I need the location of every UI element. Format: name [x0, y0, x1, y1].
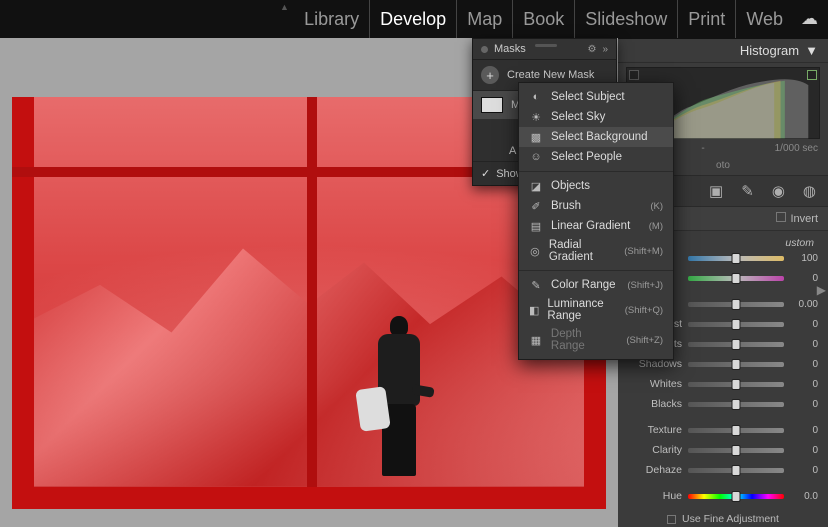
- menu-luminance-range[interactable]: ◧Luminance Range(Shift+Q): [519, 295, 673, 325]
- collapse-right-icon[interactable]: ▶: [817, 283, 826, 297]
- collapse-top-icon[interactable]: ▲: [280, 2, 289, 12]
- panel-grip-icon[interactable]: [535, 44, 557, 47]
- redeye-tool-icon[interactable]: ◉: [772, 182, 785, 200]
- panel-gear-icon[interactable]: ⚙: [587, 44, 596, 55]
- panel-expand-icon[interactable]: »: [602, 44, 608, 55]
- menu-radial-gradient[interactable]: ◎Radial Gradient(Shift+M): [519, 236, 673, 266]
- menu-brush[interactable]: ✐Brush(K): [519, 196, 673, 216]
- slider-dehaze[interactable]: Dehaze0: [628, 463, 818, 477]
- mask-type-menu: ◐Select Subject ☀Select Sky ▩Select Back…: [518, 82, 674, 360]
- slider-hue[interactable]: Hue0.0: [628, 489, 818, 503]
- menu-linear-gradient[interactable]: ▤Linear Gradient(M): [519, 216, 673, 236]
- luminance-icon: ◧: [529, 303, 539, 317]
- plus-icon: +: [481, 66, 499, 84]
- subject-icon: ◐: [529, 90, 543, 104]
- mask-thumb-icon: [481, 97, 503, 113]
- nav-library[interactable]: Library: [294, 0, 370, 38]
- radial-icon: ◎: [529, 244, 541, 258]
- mask-tool-icon[interactable]: ◍: [803, 182, 816, 200]
- masks-header[interactable]: Masks ⚙ »: [473, 39, 616, 60]
- depth-icon: ▦: [529, 333, 543, 347]
- eyedropper-icon: ✎: [529, 278, 543, 292]
- slider-clarity[interactable]: Clarity0: [628, 443, 818, 457]
- brush-icon: ✐: [529, 199, 543, 213]
- main-area: Histogram ▼ -- 1/000 sec oto ▣ ✎ ◉ ◍ oun…: [0, 38, 828, 527]
- objects-icon: ◪: [529, 179, 543, 193]
- nav-map[interactable]: Map: [457, 0, 513, 38]
- heal-tool-icon[interactable]: ✎: [741, 182, 754, 200]
- menu-color-range[interactable]: ✎Color Range(Shift+J): [519, 275, 673, 295]
- histogram-header[interactable]: Histogram ▼: [618, 39, 828, 63]
- crop-tool-icon[interactable]: ▣: [709, 182, 723, 200]
- slider-blacks[interactable]: Blacks0: [628, 397, 818, 411]
- nav-print[interactable]: Print: [678, 0, 736, 38]
- check-icon: ✓: [481, 167, 490, 180]
- panel-dot-icon: [481, 46, 488, 53]
- cloud-sync-icon[interactable]: ☁: [801, 9, 818, 29]
- menu-depth-range: ▦Depth Range(Shift+Z): [519, 325, 673, 355]
- nav-slideshow[interactable]: Slideshow: [575, 0, 678, 38]
- photo-subject: [362, 316, 432, 491]
- histogram-title: Histogram: [740, 43, 799, 58]
- collapse-icon[interactable]: ▼: [805, 43, 818, 58]
- nav-web[interactable]: Web: [736, 0, 793, 38]
- menu-select-subject[interactable]: ◐Select Subject: [519, 87, 673, 107]
- menu-select-background[interactable]: ▩Select Background: [519, 127, 673, 147]
- menu-select-sky[interactable]: ☀Select Sky: [519, 107, 673, 127]
- invert-toggle[interactable]: Invert: [776, 212, 818, 225]
- nav-book[interactable]: Book: [513, 0, 575, 38]
- module-switcher: ▲ Library Develop Map Book Slideshow Pri…: [0, 0, 828, 38]
- slider-texture[interactable]: Texture0: [628, 423, 818, 437]
- fine-adjustment[interactable]: Use Fine Adjustment: [628, 509, 818, 527]
- linear-icon: ▤: [529, 219, 543, 233]
- nav-develop[interactable]: Develop: [370, 0, 457, 38]
- background-icon: ▩: [529, 130, 543, 144]
- slider-whites[interactable]: Whites0: [628, 377, 818, 391]
- menu-objects[interactable]: ◪Objects: [519, 176, 673, 196]
- people-icon: ☺: [529, 150, 543, 164]
- masks-title: Masks: [494, 43, 526, 55]
- sky-icon: ☀: [529, 110, 543, 124]
- menu-select-people[interactable]: ☺Select People: [519, 147, 673, 167]
